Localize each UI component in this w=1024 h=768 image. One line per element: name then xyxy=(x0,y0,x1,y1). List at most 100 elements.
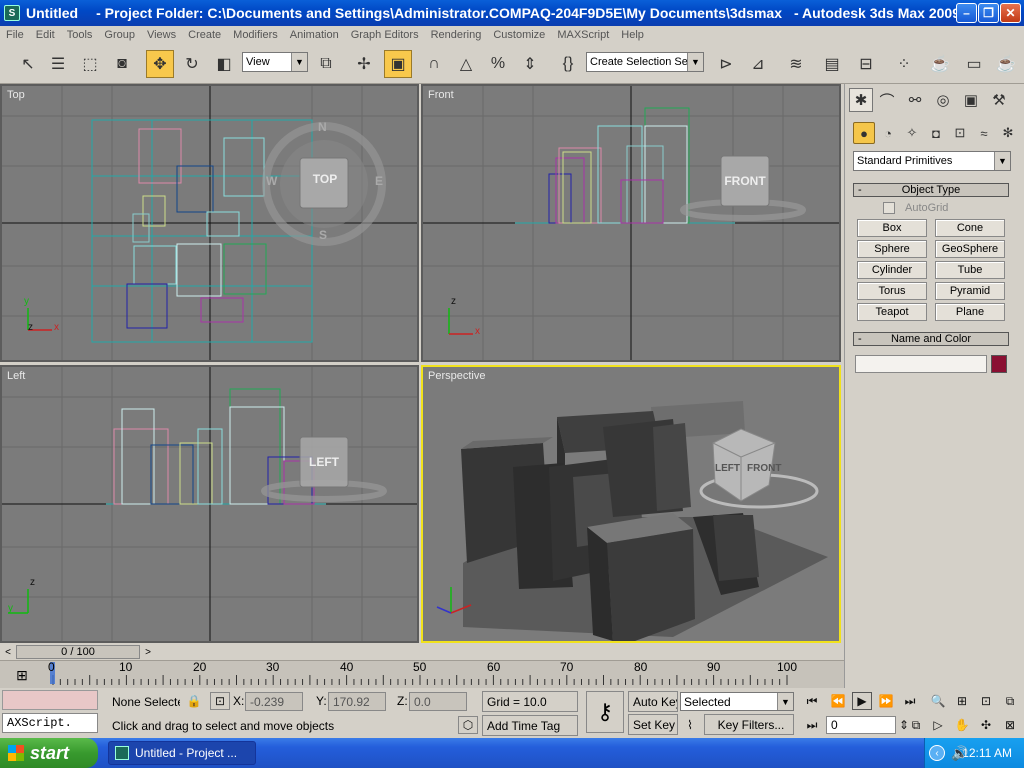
menu-views[interactable]: Views xyxy=(141,29,182,41)
layer-manager-icon[interactable]: ≋ xyxy=(782,50,810,78)
viewport-label-top[interactable]: Top xyxy=(7,89,25,101)
torus-button[interactable]: Torus xyxy=(857,282,927,300)
menu-group[interactable]: Group xyxy=(98,29,141,41)
time-slider-thumb[interactable]: 0 / 100 xyxy=(16,645,140,659)
primitive-category-dropdown[interactable]: Standard Primitives ▼ xyxy=(853,151,1011,171)
zoom-extents-all-icon[interactable]: ⧉ xyxy=(1000,692,1020,710)
viewport-left[interactable]: Left LEFT z y xyxy=(0,365,419,643)
create-tab-icon[interactable]: ✱ xyxy=(849,88,873,112)
track-bar[interactable]: ⊞ 0 10 20 30 40 50 60 70 80 90 100 xyxy=(0,660,844,688)
percent-snap-icon[interactable]: % xyxy=(484,50,512,78)
menu-graph-editors[interactable]: Graph Editors xyxy=(345,29,425,41)
x-coord-field[interactable]: -0.239 xyxy=(245,692,303,711)
speaker-icon[interactable]: 🔊 xyxy=(951,745,968,762)
pyramid-button[interactable]: Pyramid xyxy=(935,282,1005,300)
helpers-icon[interactable]: ⊡ xyxy=(949,122,971,144)
menu-edit[interactable]: Edit xyxy=(30,29,61,41)
menu-create[interactable]: Create xyxy=(182,29,227,41)
select-manipulate-icon[interactable]: ✢ xyxy=(350,50,378,78)
cylinder-button[interactable]: Cylinder xyxy=(857,261,927,279)
go-to-end-icon[interactable]: ⏭ xyxy=(900,692,920,710)
object-type-rollout[interactable]: - Object Type xyxy=(853,183,1009,197)
viewcube-front-label[interactable]: FRONT xyxy=(721,174,769,188)
key-tangent-icon[interactable]: ⌇ xyxy=(680,716,700,734)
set-key-mode-icon[interactable]: ⚷ xyxy=(586,691,624,733)
current-frame-field[interactable]: 0 xyxy=(826,716,896,734)
menu-tools[interactable]: Tools xyxy=(61,29,99,41)
autogrid-checkbox[interactable] xyxy=(883,202,895,214)
zoom-all-icon[interactable]: ⊞ xyxy=(952,692,972,710)
close-button[interactable]: ✕ xyxy=(1000,3,1021,23)
geosphere-button[interactable]: GeoSphere xyxy=(935,240,1005,258)
hierarchy-tab-icon[interactable]: ⚯ xyxy=(903,88,927,112)
key-mode-toggle-icon[interactable]: ⏭ xyxy=(802,716,822,734)
align-icon[interactable]: ⊿ xyxy=(744,50,772,78)
reference-coordinate-dropdown[interactable]: View ▼ xyxy=(242,52,308,72)
material-editor-icon[interactable]: ⁘ xyxy=(890,50,918,78)
snaps-toggle-icon[interactable]: ∩ xyxy=(420,50,448,78)
maxscript-mini-listener-pink[interactable] xyxy=(2,690,98,710)
prev-frame-icon[interactable]: < xyxy=(0,644,16,660)
select-and-rotate-icon[interactable]: ↻ xyxy=(178,50,206,78)
space-warps-icon[interactable]: ≈ xyxy=(973,122,995,144)
previous-frame-icon[interactable]: ⏪ xyxy=(828,692,848,710)
restore-button[interactable]: ❐ xyxy=(978,3,999,23)
named-selection-set-dropdown[interactable]: Create Selection Set ▼ xyxy=(586,52,704,72)
viewcube-top-label[interactable]: TOP xyxy=(301,172,349,186)
set-key-button[interactable]: Set Key xyxy=(628,714,678,735)
display-tab-icon[interactable]: ▣ xyxy=(959,88,983,112)
rendered-frame-window-icon[interactable]: ▭ xyxy=(960,50,988,78)
object-color-swatch[interactable] xyxy=(991,355,1007,373)
orbit-icon[interactable]: ✣ xyxy=(976,716,996,734)
viewcube-face-front[interactable]: FRONT xyxy=(747,463,781,474)
go-to-start-icon[interactable]: ⏮ xyxy=(802,692,822,710)
viewport-label-perspective[interactable]: Perspective xyxy=(428,370,485,382)
viewport-top[interactable]: Top TOP N E S W y x z xyxy=(0,84,419,362)
next-frame-icon[interactable]: > xyxy=(140,644,156,660)
quick-render-icon[interactable]: ☕ xyxy=(992,50,1020,78)
menu-rendering[interactable]: Rendering xyxy=(425,29,488,41)
schematic-view-icon[interactable]: ⊟ xyxy=(852,50,880,78)
angle-snap-icon[interactable]: △ xyxy=(452,50,480,78)
curve-editor-icon[interactable]: ▤ xyxy=(818,50,846,78)
app-icon[interactable]: S xyxy=(4,5,20,21)
selection-lock-icon[interactable]: 🔒 xyxy=(184,692,204,710)
teapot-button[interactable]: Teapot xyxy=(857,303,927,321)
clock[interactable]: 12:11 AM xyxy=(962,746,1012,760)
modify-tab-icon[interactable]: ⌒ xyxy=(875,88,899,112)
window-crossing-icon[interactable]: ◙ xyxy=(108,50,136,78)
object-name-input[interactable] xyxy=(855,355,987,373)
absolute-transform-mode-icon[interactable]: ⊡ xyxy=(210,692,230,710)
spinner-snap-icon[interactable]: ⇕ xyxy=(516,50,544,78)
select-object-icon[interactable]: ↖ xyxy=(14,50,42,78)
zoom-extents-icon[interactable]: ⊡ xyxy=(976,692,996,710)
select-and-move-icon[interactable]: ✥ xyxy=(146,50,174,78)
lights-icon[interactable]: ✧ xyxy=(901,122,923,144)
systems-icon[interactable]: ✻ xyxy=(997,122,1019,144)
auto-key-button[interactable]: Auto Key xyxy=(628,691,678,712)
geometry-icon[interactable]: ● xyxy=(853,122,875,144)
pan-view-icon[interactable]: ✋ xyxy=(952,716,972,734)
next-frame-icon[interactable]: ⏩ xyxy=(876,692,896,710)
select-and-scale-icon[interactable]: ◧ xyxy=(210,50,238,78)
viewport-perspective[interactable]: Perspective LEFT FRONT xyxy=(421,365,841,643)
zoom-icon[interactable]: 🔍 xyxy=(928,692,948,710)
menu-help[interactable]: Help xyxy=(615,29,650,41)
motion-tab-icon[interactable]: ◎ xyxy=(931,88,955,112)
maxscript-mini-listener[interactable]: AXScript. xyxy=(2,713,98,733)
menu-customize[interactable]: Customize xyxy=(487,29,551,41)
viewport-label-left[interactable]: Left xyxy=(7,370,25,382)
play-icon[interactable]: ▶ xyxy=(852,692,872,710)
viewcube-left-label[interactable]: LEFT xyxy=(300,455,348,469)
render-setup-icon[interactable]: ☕ xyxy=(926,50,954,78)
z-coord-field[interactable]: 0.0 xyxy=(409,692,467,711)
rectangular-selection-icon[interactable]: ⬚ xyxy=(76,50,104,78)
maximize-viewport-icon[interactable]: ⊠ xyxy=(1000,716,1020,734)
minimize-button[interactable]: – xyxy=(956,3,977,23)
menu-modifiers[interactable]: Modifiers xyxy=(227,29,284,41)
keyboard-shortcut-override-icon[interactable]: ▣ xyxy=(384,50,412,78)
utilities-tab-icon[interactable]: ⚒ xyxy=(987,88,1011,112)
key-mode-dropdown[interactable]: Selected ▼ xyxy=(680,692,794,711)
menu-file[interactable]: File xyxy=(0,29,30,41)
edit-named-selection-icon[interactable]: {} xyxy=(554,50,582,78)
